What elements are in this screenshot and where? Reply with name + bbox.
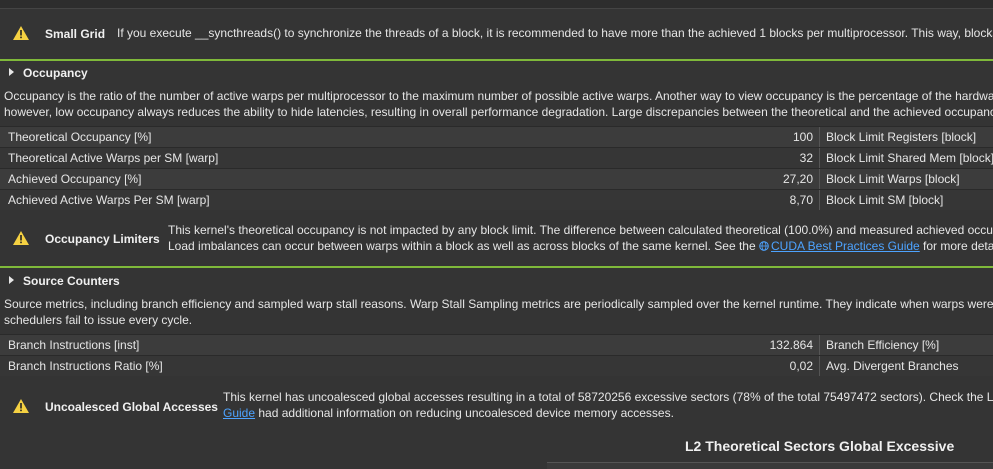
uncoalesced-message: This kernel has uncoalesced global acces… — [223, 389, 993, 421]
section-divider — [0, 266, 993, 268]
table-row: Branch Instructions Ratio [%] 0,02 Avg. … — [0, 355, 993, 376]
warning-icon — [13, 231, 29, 245]
occupancy-desc-line-1: Occupancy is the ratio of the number of … — [4, 89, 993, 103]
source-counters-desc-line-1: Source metrics, including branch efficie… — [4, 297, 993, 311]
metric-label: Achieved Occupancy [%] — [8, 172, 142, 186]
section-divider — [0, 59, 993, 61]
metric-label: Block Limit Warps [block] — [826, 172, 960, 186]
small-grid-title: Small Grid — [45, 27, 106, 41]
occupancy-title: Occupancy — [23, 66, 88, 80]
metric-value: 8,70 — [789, 193, 813, 207]
occupancy-table: Theoretical Occupancy [%] 100 Block Limi… — [0, 126, 993, 210]
metric-label: Avg. Divergent Branches — [826, 359, 959, 373]
metric-label: Block Limit SM [block] — [826, 193, 944, 207]
table-row: Branch Instructions [inst] 132.864 Branc… — [0, 334, 993, 355]
table-row: Theoretical Occupancy [%] 100 Block Limi… — [0, 126, 993, 147]
small-grid-warning: Small Grid If you execute __syncthreads(… — [0, 22, 993, 46]
occupancy-limiters-message: This kernel's theoretical occupancy is n… — [168, 222, 993, 254]
metric-label: Branch Instructions Ratio [%] — [8, 359, 163, 373]
uncoalesced-title: Uncoalesced Global Accesses — [45, 400, 218, 414]
uncoalesced-line-1: This kernel has uncoalesced global acces… — [223, 390, 993, 404]
source-counters-table: Branch Instructions [inst] 132.864 Branc… — [0, 334, 993, 376]
metric-label: Branch Efficiency [%] — [826, 338, 940, 352]
metric-label: Branch Instructions [inst] — [8, 338, 140, 352]
uncoalesced-line-2: Guide had additional information on redu… — [223, 406, 674, 420]
occupancy-description: Occupancy is the ratio of the number of … — [4, 88, 993, 120]
globe-icon — [759, 241, 769, 251]
occupancy-desc-line-2: however, low occupancy always reduces th… — [4, 105, 993, 119]
warning-icon — [13, 399, 29, 413]
metric-label: Achieved Active Warps Per SM [warp] — [8, 193, 210, 207]
metric-value: 100 — [792, 130, 813, 144]
occupancy-limiters-title: Occupancy Limiters — [45, 232, 160, 246]
cuda-best-practices-link[interactable]: CUDA Best Practices Guide — [771, 239, 920, 253]
source-counters-section-header[interactable]: Source Counters — [0, 270, 993, 292]
metric-label: Theoretical Active Warps per SM [warp] — [8, 151, 219, 165]
table-row: Achieved Active Warps Per SM [warp] 8,70… — [0, 189, 993, 210]
source-counters-description: Source metrics, including branch efficie… — [4, 296, 993, 328]
expand-triangle-icon[interactable] — [9, 276, 14, 284]
table-row: Theoretical Active Warps per SM [warp] 3… — [0, 147, 993, 168]
previous-section-fragment — [0, 0, 993, 9]
occupancy-limiters-line-1: This kernel's theoretical occupancy is n… — [168, 223, 993, 237]
occupancy-limiters-warning: Occupancy Limiters This kernel's theoret… — [0, 220, 993, 256]
metric-value: 132.864 — [769, 338, 813, 352]
source-counters-desc-line-2: schedulers fail to issue every cycle. — [4, 313, 193, 327]
occupancy-section-header[interactable]: Occupancy — [0, 62, 993, 84]
metric-value: 27,20 — [782, 172, 813, 186]
expand-triangle-icon[interactable] — [9, 68, 14, 76]
metric-label: Theoretical Occupancy [%] — [8, 130, 152, 144]
uncoalesced-warning: Uncoalesced Global Accesses This kernel … — [0, 386, 993, 426]
metric-value: 0,02 — [789, 359, 813, 373]
guide-link[interactable]: Guide — [223, 406, 255, 420]
metric-label: Block Limit Shared Mem [block] — [826, 151, 993, 165]
l2-chart-title: L2 Theoretical Sectors Global Excessive — [685, 438, 955, 454]
occupancy-limiters-line-2: Load imbalances can occur between warps … — [168, 239, 993, 253]
small-grid-message: If you execute __syncthreads() to synchr… — [117, 26, 993, 40]
table-row: Achieved Occupancy [%] 27,20 Block Limit… — [0, 168, 993, 189]
metric-value: 32 — [799, 151, 813, 165]
metric-label: Block Limit Registers [block] — [826, 130, 977, 144]
source-counters-title: Source Counters — [23, 274, 120, 288]
warning-icon — [13, 26, 29, 40]
